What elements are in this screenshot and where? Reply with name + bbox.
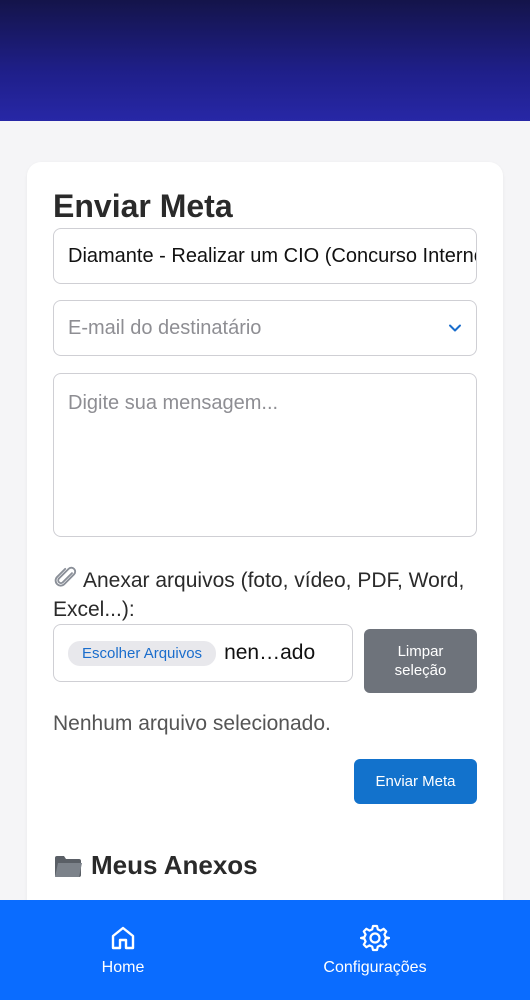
nav-item-settings[interactable]: Configurações	[300, 900, 450, 1000]
clear-selection-button[interactable]: Limpar seleção	[364, 629, 477, 693]
nav-settings-label: Configurações	[323, 959, 427, 976]
goal-value: Diamante - Realizar um CIO (Concurso Int…	[68, 244, 476, 267]
attach-label: Anexar arquivos (foto, vídeo, PDF, Word,…	[53, 566, 483, 624]
no-file-status: Nenhum arquivo selecionado.	[53, 712, 331, 735]
send-goal-card: Enviar Meta Diamante - Realizar um CIO (…	[27, 162, 503, 922]
email-placeholder: E-mail do destinatário	[68, 316, 262, 339]
send-goal-button[interactable]: Enviar Meta	[354, 759, 477, 804]
clear-selection-label: Limpar seleção	[394, 643, 447, 679]
page-title: Enviar Meta	[53, 188, 233, 224]
file-name-display: nen…ado	[224, 641, 316, 664]
file-input[interactable]: Escolher Arquivos nen…ado	[53, 624, 353, 682]
attachments-title: Meus Anexos	[91, 850, 258, 880]
message-textarea[interactable]: Digite sua mensagem...	[53, 373, 477, 537]
paperclip-icon	[54, 566, 77, 587]
nav-item-home[interactable]: Home	[73, 900, 173, 1000]
chevron-down-icon	[449, 324, 461, 332]
goal-select[interactable]: Diamante - Realizar um CIO (Concurso Int…	[53, 228, 477, 284]
bottom-nav: Home Configurações	[0, 900, 530, 1000]
choose-files-button[interactable]: Escolher Arquivos	[68, 640, 217, 666]
email-select[interactable]: E-mail do destinatário	[53, 300, 477, 356]
send-goal-label: Enviar Meta	[375, 773, 456, 790]
attach-label-text: Anexar arquivos (foto, vídeo, PDF, Word,…	[53, 569, 465, 621]
nav-home-label: Home	[101, 959, 145, 976]
attachments-heading: Meus Anexos	[53, 850, 258, 881]
folder-icon	[55, 855, 82, 877]
top-header	[0, 0, 530, 121]
gear-icon	[360, 924, 390, 952]
home-icon	[111, 926, 135, 950]
message-placeholder: Digite sua mensagem...	[68, 392, 279, 414]
